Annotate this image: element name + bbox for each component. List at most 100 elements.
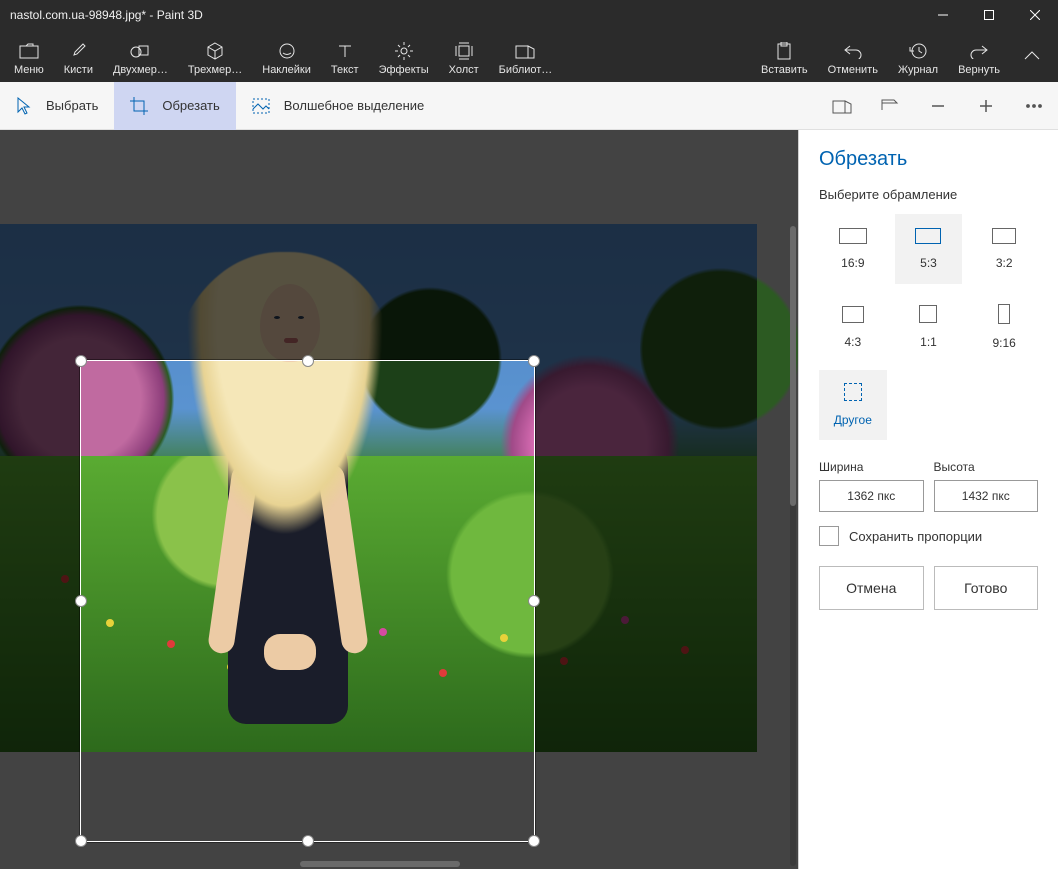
close-button[interactable] (1012, 0, 1058, 30)
zoom-in-button[interactable] (962, 82, 1010, 130)
magic-select-tool[interactable]: Волшебное выделение (236, 82, 441, 130)
folder-icon (19, 40, 39, 62)
more-button[interactable] (1010, 82, 1058, 130)
undo-icon (844, 40, 862, 62)
menu-button[interactable]: Меню (4, 30, 54, 82)
ratio-label: 3:2 (996, 256, 1013, 270)
ratio-1-1[interactable]: 1:1 (895, 292, 963, 362)
library-button[interactable]: Библиот… (489, 30, 563, 82)
height-block: Высота 1432 пкс (934, 460, 1039, 512)
shapes-2d-icon (130, 40, 150, 62)
ratio-9-16[interactable]: 9:16 (970, 292, 1038, 362)
mixed-reality-button[interactable] (866, 82, 914, 130)
horizontal-scrollbar[interactable] (300, 861, 460, 867)
crop-panel: Обрезать Выберите обрамление 16:95:33:24… (798, 130, 1058, 869)
cursor-icon (16, 97, 32, 115)
ratio-3-2[interactable]: 3:2 (970, 214, 1038, 284)
crop-handle-sw[interactable] (75, 835, 87, 847)
ratio-icon (998, 304, 1010, 324)
lock-ratio-label: Сохранить пропорции (849, 529, 982, 544)
canvas-wrapper (0, 130, 798, 869)
effects-button[interactable]: Эффекты (369, 30, 439, 82)
height-value: 1432 (962, 489, 989, 503)
width-value: 1362 (847, 489, 874, 503)
width-input[interactable]: 1362 пкс (819, 480, 924, 512)
maximize-button[interactable] (966, 0, 1012, 30)
canvas-button[interactable]: Холст (439, 30, 489, 82)
stickers-button[interactable]: Наклейки (252, 30, 321, 82)
done-label: Готово (964, 580, 1007, 596)
main-area: Обрезать Выберите обрамление 16:95:33:24… (0, 130, 1058, 869)
ratio-4-3[interactable]: 4:3 (819, 292, 887, 362)
magic-select-label: Волшебное выделение (284, 98, 425, 113)
ratio-icon (992, 228, 1016, 244)
crop-handle-e[interactable] (528, 595, 540, 607)
history-button[interactable]: Журнал (888, 30, 948, 82)
collapse-ribbon-button[interactable] (1010, 30, 1054, 82)
width-label: Ширина (819, 460, 924, 474)
library-icon (515, 40, 535, 62)
crop-handle-nw[interactable] (75, 355, 87, 367)
crop-overlay (535, 224, 757, 752)
ratio-label: 9:16 (992, 336, 1015, 350)
ribbon: Меню Кисти Двухмер… Трехмер… Наклейки Те… (0, 30, 1058, 82)
zoom-out-button[interactable] (914, 82, 962, 130)
crop-selection[interactable] (80, 360, 535, 842)
minimize-button[interactable] (920, 0, 966, 30)
select-label: Выбрать (46, 98, 98, 113)
titlebar: nastol.com.ua-98948.jpg* - Paint 3D (0, 0, 1058, 30)
3d-label: Трехмер… (188, 64, 242, 76)
ratio-grid: 16:9 5:3 3:2 4:31:1 9:16 Другое (819, 214, 1038, 440)
undo-button[interactable]: Отменить (818, 30, 888, 82)
brushes-button[interactable]: Кисти (54, 30, 103, 82)
redo-button[interactable]: Вернуть (948, 30, 1010, 82)
crop-tool[interactable]: Обрезать (114, 82, 235, 130)
crop-overlay (0, 224, 80, 752)
canvas-label: Холст (449, 64, 479, 76)
3d-button[interactable]: Трехмер… (178, 30, 252, 82)
cancel-button[interactable]: Отмена (819, 566, 924, 610)
library-label: Библиот… (499, 64, 553, 76)
ratio-16-9[interactable]: 16:9 (819, 214, 887, 284)
crop-handle-s[interactable] (302, 835, 314, 847)
lock-ratio-checkbox[interactable] (819, 526, 839, 546)
ratio-label: 5:3 (920, 256, 937, 270)
ratio-other[interactable]: Другое (819, 370, 887, 440)
undo-label: Отменить (828, 64, 878, 76)
scrollbar-thumb[interactable] (790, 226, 796, 506)
brush-icon (69, 40, 87, 62)
sub-toolbar: Выбрать Обрезать Волшебное выделение (0, 82, 1058, 130)
width-block: Ширина 1362 пкс (819, 460, 924, 512)
ratio-5-3[interactable]: 5:3 (895, 214, 963, 284)
text-icon (337, 40, 353, 62)
crop-handle-w[interactable] (75, 595, 87, 607)
crop-handle-n[interactable] (302, 355, 314, 367)
select-tool[interactable]: Выбрать (0, 82, 114, 130)
2d-button[interactable]: Двухмер… (103, 30, 178, 82)
height-unit: пкс (992, 489, 1010, 503)
done-button[interactable]: Готово (934, 566, 1039, 610)
paste-label: Вставить (761, 64, 808, 76)
dimension-row: Ширина 1362 пкс Высота 1432 пкс (819, 460, 1038, 512)
text-button[interactable]: Текст (321, 30, 369, 82)
3d-view-button[interactable] (818, 82, 866, 130)
vertical-scrollbar[interactable] (790, 226, 796, 866)
magic-select-icon (252, 98, 270, 114)
height-label: Высота (934, 460, 1039, 474)
crop-handle-ne[interactable] (528, 355, 540, 367)
ratio-icon (842, 306, 864, 323)
canvas-icon (455, 40, 473, 62)
history-icon (909, 40, 927, 62)
redo-icon (970, 40, 988, 62)
2d-label: Двухмер… (113, 64, 168, 76)
redo-label: Вернуть (958, 64, 1000, 76)
crop-handle-se[interactable] (528, 835, 540, 847)
paste-button[interactable]: Вставить (751, 30, 818, 82)
text-label: Текст (331, 64, 359, 76)
ratio-label: 16:9 (841, 256, 864, 270)
height-input[interactable]: 1432 пкс (934, 480, 1039, 512)
effects-label: Эффекты (379, 64, 429, 76)
stickers-label: Наклейки (262, 64, 311, 76)
panel-heading: Обрезать (819, 148, 1038, 171)
window-title: nastol.com.ua-98948.jpg* - Paint 3D (10, 8, 203, 22)
